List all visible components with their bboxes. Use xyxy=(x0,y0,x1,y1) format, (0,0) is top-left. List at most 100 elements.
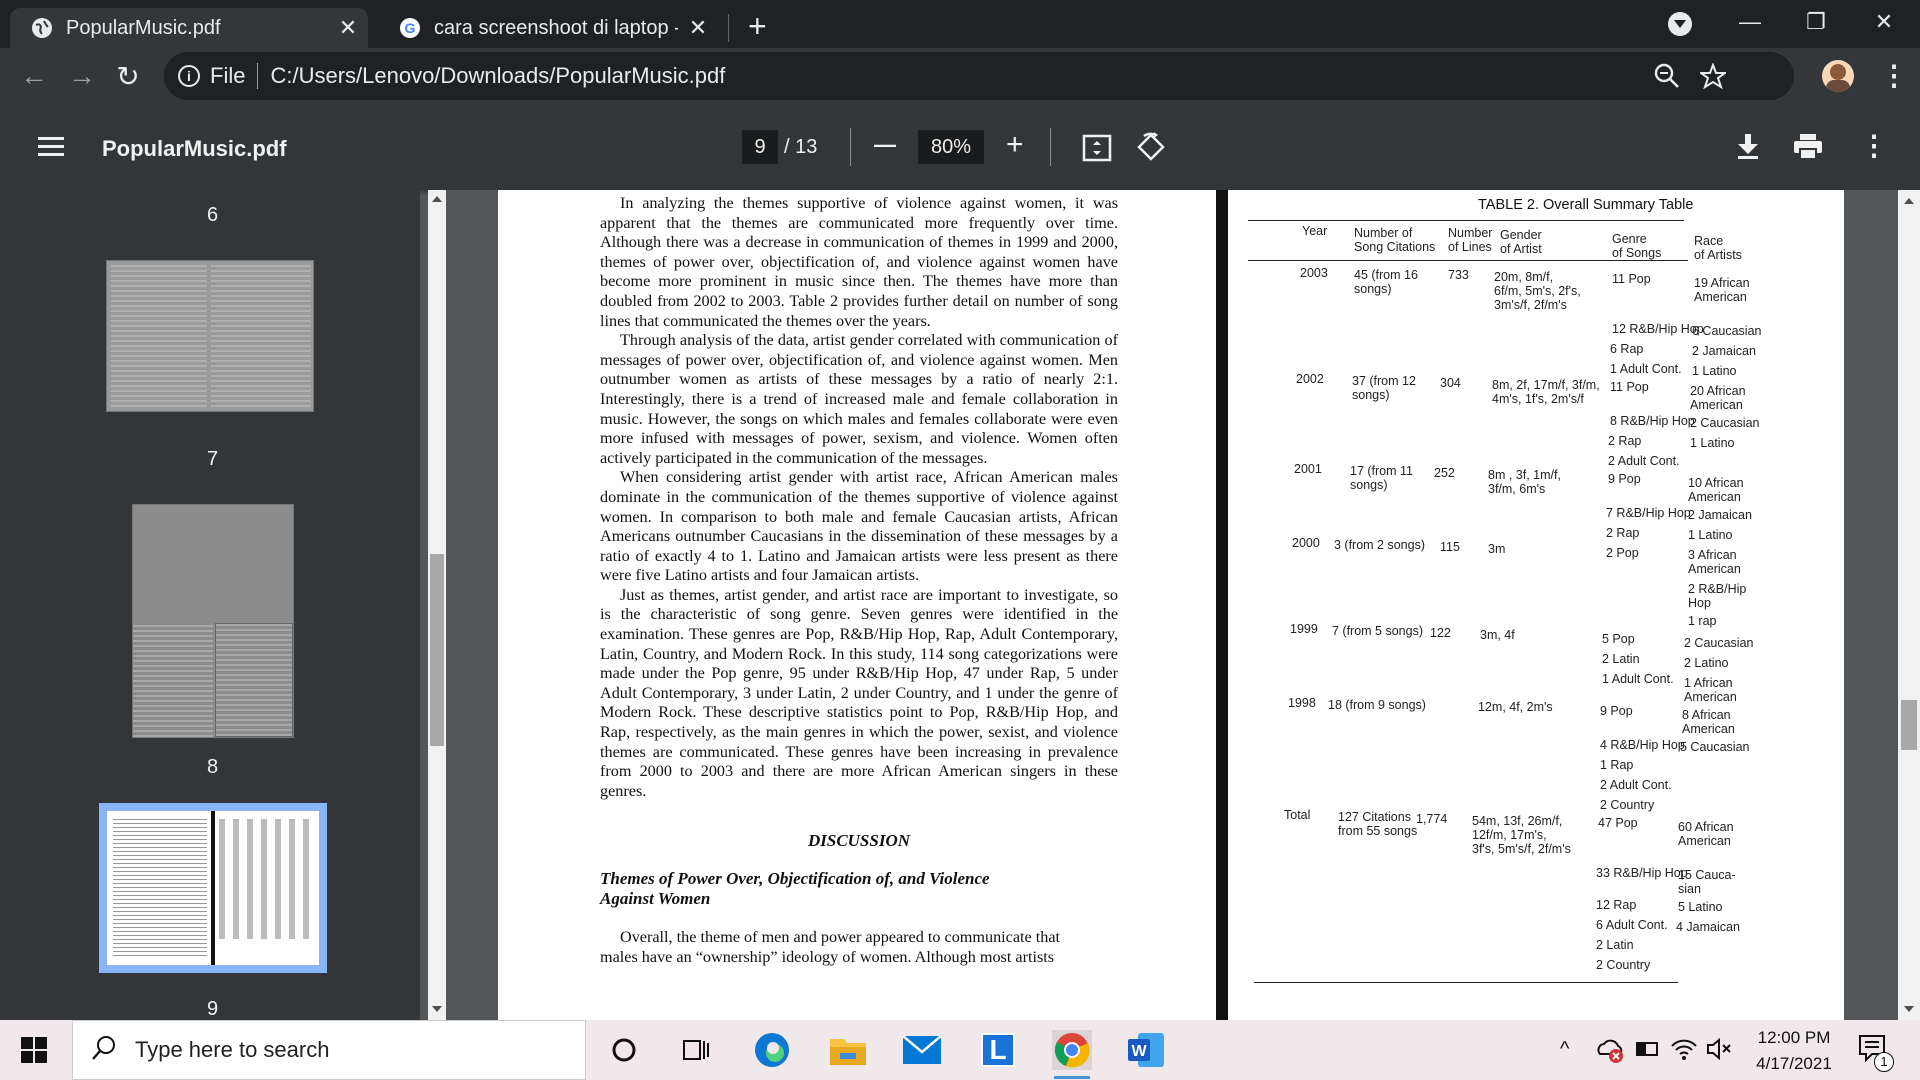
tab-search-icon[interactable] xyxy=(1668,12,1692,36)
rotate-icon[interactable] xyxy=(1136,132,1166,167)
close-icon[interactable]: ✕ xyxy=(678,15,718,41)
page-number-input[interactable]: 9 xyxy=(742,130,778,164)
cell-gender: 8m , 3f, 1m/f, 3f/m, 6m's xyxy=(1488,468,1561,496)
cell-citations: 7 (from 5 songs) xyxy=(1332,624,1424,638)
thumbnail-page-6[interactable] xyxy=(106,260,314,412)
cell-race: 5 Caucasian xyxy=(1680,740,1750,754)
minimize-button[interactable]: — xyxy=(1720,0,1780,44)
address-bar[interactable]: i File C:/Users/Lenovo/Downloads/Popular… xyxy=(164,52,1794,100)
cell-genre: 9 Pop xyxy=(1608,472,1641,486)
forward-button[interactable]: → xyxy=(62,60,102,92)
col-header-gender: Gender of Artist xyxy=(1500,228,1542,256)
tab-google-search[interactable]: G cara screenshoot di laptop - Goo ✕ xyxy=(378,8,718,48)
thumb-label: 7 xyxy=(206,448,219,470)
back-button[interactable]: ← xyxy=(14,60,54,92)
toolbar-divider xyxy=(850,128,851,166)
cortana-icon[interactable] xyxy=(604,1030,644,1070)
cell-genre: 2 Rap xyxy=(1606,526,1640,540)
more-options-icon[interactable]: ⋮ xyxy=(1860,128,1888,164)
thumbnail-sidebar: 6 7 8 9 xyxy=(0,190,420,1020)
tab-popularmusic[interactable]: PopularMusic.pdf ✕ xyxy=(10,8,368,48)
chrome-icon[interactable] xyxy=(1052,1030,1092,1070)
viewer-scrollbar[interactable] xyxy=(1898,190,1920,1020)
cell-lines: 252 xyxy=(1434,466,1455,480)
cell-genre: 2 Latin xyxy=(1596,938,1634,952)
cell-genre: 7 R&B/Hip Hop xyxy=(1606,506,1691,520)
col-header-genre: Genre of Songs xyxy=(1612,232,1662,260)
show-hidden-icons-icon[interactable]: ^ xyxy=(1560,1038,1569,1061)
zoom-in-button[interactable]: + xyxy=(1006,128,1024,162)
taskbar-search-box[interactable]: Type here to search xyxy=(72,1020,586,1080)
windows-taskbar: Type here to search L W ^ 12:00 PM 4/17/… xyxy=(0,1020,1920,1080)
tab-title: PopularMusic.pdf xyxy=(66,16,221,39)
new-tab-button[interactable]: + xyxy=(748,8,767,44)
zoom-icon[interactable] xyxy=(1654,63,1680,95)
closing-text-line2: males have an “ownership” ideology of wo… xyxy=(600,947,1055,966)
svg-text:G: G xyxy=(405,20,416,36)
cell-gender: 3m xyxy=(1488,542,1506,556)
hamburger-menu-icon[interactable] xyxy=(38,136,64,163)
bookmark-star-icon[interactable] xyxy=(1697,62,1729,95)
thumb-label: 9 xyxy=(206,998,219,1020)
tab-divider xyxy=(728,14,729,42)
l-app-icon[interactable]: L xyxy=(978,1030,1018,1070)
mail-icon[interactable] xyxy=(902,1030,942,1070)
cell-race: 4 Jamaican xyxy=(1676,920,1740,934)
cell-genre: 47 Pop xyxy=(1598,816,1638,830)
scrollbar-thumb[interactable] xyxy=(430,554,444,746)
close-icon[interactable]: ✕ xyxy=(328,15,368,41)
sidebar-scrollbar[interactable] xyxy=(428,190,446,1020)
battery-icon[interactable] xyxy=(1636,1042,1658,1056)
cell-genre: 1 Adult Cont. xyxy=(1610,362,1682,376)
url-divider xyxy=(257,63,259,89)
col-header-race: Race of Artists xyxy=(1694,234,1742,262)
cell-year: 2002 xyxy=(1296,372,1324,386)
cell-race: 60 African American xyxy=(1678,820,1734,848)
cell-genre: 2 Rap xyxy=(1608,434,1642,448)
volume-muted-icon[interactable] xyxy=(1706,1037,1732,1065)
globe-icon xyxy=(30,16,54,40)
pdf-title: PopularMusic.pdf xyxy=(102,136,287,161)
cell-genre: 2 Adult Cont. xyxy=(1608,454,1680,468)
close-window-button[interactable]: ✕ xyxy=(1854,0,1914,44)
print-icon[interactable] xyxy=(1794,134,1822,165)
search-icon xyxy=(91,1035,117,1066)
download-icon[interactable] xyxy=(1736,134,1760,165)
restore-button[interactable]: ❐ xyxy=(1786,0,1846,44)
paragraph: Through analysis of the data, artist gen… xyxy=(600,331,1118,467)
cell-citations: 37 (from 12 songs) xyxy=(1352,374,1416,402)
cell-race: 19 African American xyxy=(1694,276,1750,304)
word-icon[interactable]: W xyxy=(1126,1030,1166,1070)
zoom-out-button[interactable]: — xyxy=(874,132,896,158)
windows-start-icon[interactable] xyxy=(14,1030,54,1070)
table-rule-header xyxy=(1248,260,1688,261)
cell-lines: 304 xyxy=(1440,376,1461,390)
thumbnail-page-9-selected[interactable] xyxy=(99,803,327,973)
browser-toolbar: ← → ↻ i File C:/Users/Lenovo/Downloads/P… xyxy=(0,48,1920,108)
avatar[interactable] xyxy=(1822,60,1854,92)
cell-genre: 4 R&B/Hip Hop xyxy=(1600,738,1685,752)
chrome-menu-icon[interactable]: ⋮ xyxy=(1880,58,1908,94)
fit-page-icon[interactable] xyxy=(1082,134,1112,167)
reload-button[interactable]: ↻ xyxy=(108,60,148,93)
clock-time[interactable]: 12:00 PM xyxy=(1740,1028,1848,1048)
cell-genre: 6 Rap xyxy=(1610,342,1644,356)
cell-citations: 45 (from 16 songs) xyxy=(1354,268,1418,296)
subsection-heading-line1: Themes of Power Over, Objectification of… xyxy=(600,869,990,888)
onedrive-error-icon[interactable] xyxy=(1596,1036,1626,1069)
edge-icon[interactable] xyxy=(752,1030,792,1070)
wifi-icon[interactable] xyxy=(1670,1036,1698,1067)
cell-gender: 54m, 13f, 26m/f, 12f/m, 17m's, 3f's, 5m'… xyxy=(1472,814,1571,856)
scrollbar-thumb[interactable] xyxy=(1901,700,1917,750)
task-view-icon[interactable] xyxy=(676,1030,716,1070)
file-explorer-icon[interactable] xyxy=(828,1030,868,1070)
cell-genre: 1 Rap xyxy=(1600,758,1634,772)
cell-lines: 1,774 xyxy=(1416,812,1448,826)
info-icon[interactable]: i xyxy=(178,65,200,87)
col-header-citations: Number of Song Citations xyxy=(1354,226,1436,254)
google-icon: G xyxy=(398,16,422,40)
thumbnail-page-7[interactable] xyxy=(132,504,294,738)
zoom-input[interactable]: 80% xyxy=(918,130,984,164)
pdf-toolbar: PopularMusic.pdf 9 / 13 — 80% + ⋮ xyxy=(0,108,1920,190)
clock-date[interactable]: 4/17/2021 xyxy=(1740,1054,1848,1074)
